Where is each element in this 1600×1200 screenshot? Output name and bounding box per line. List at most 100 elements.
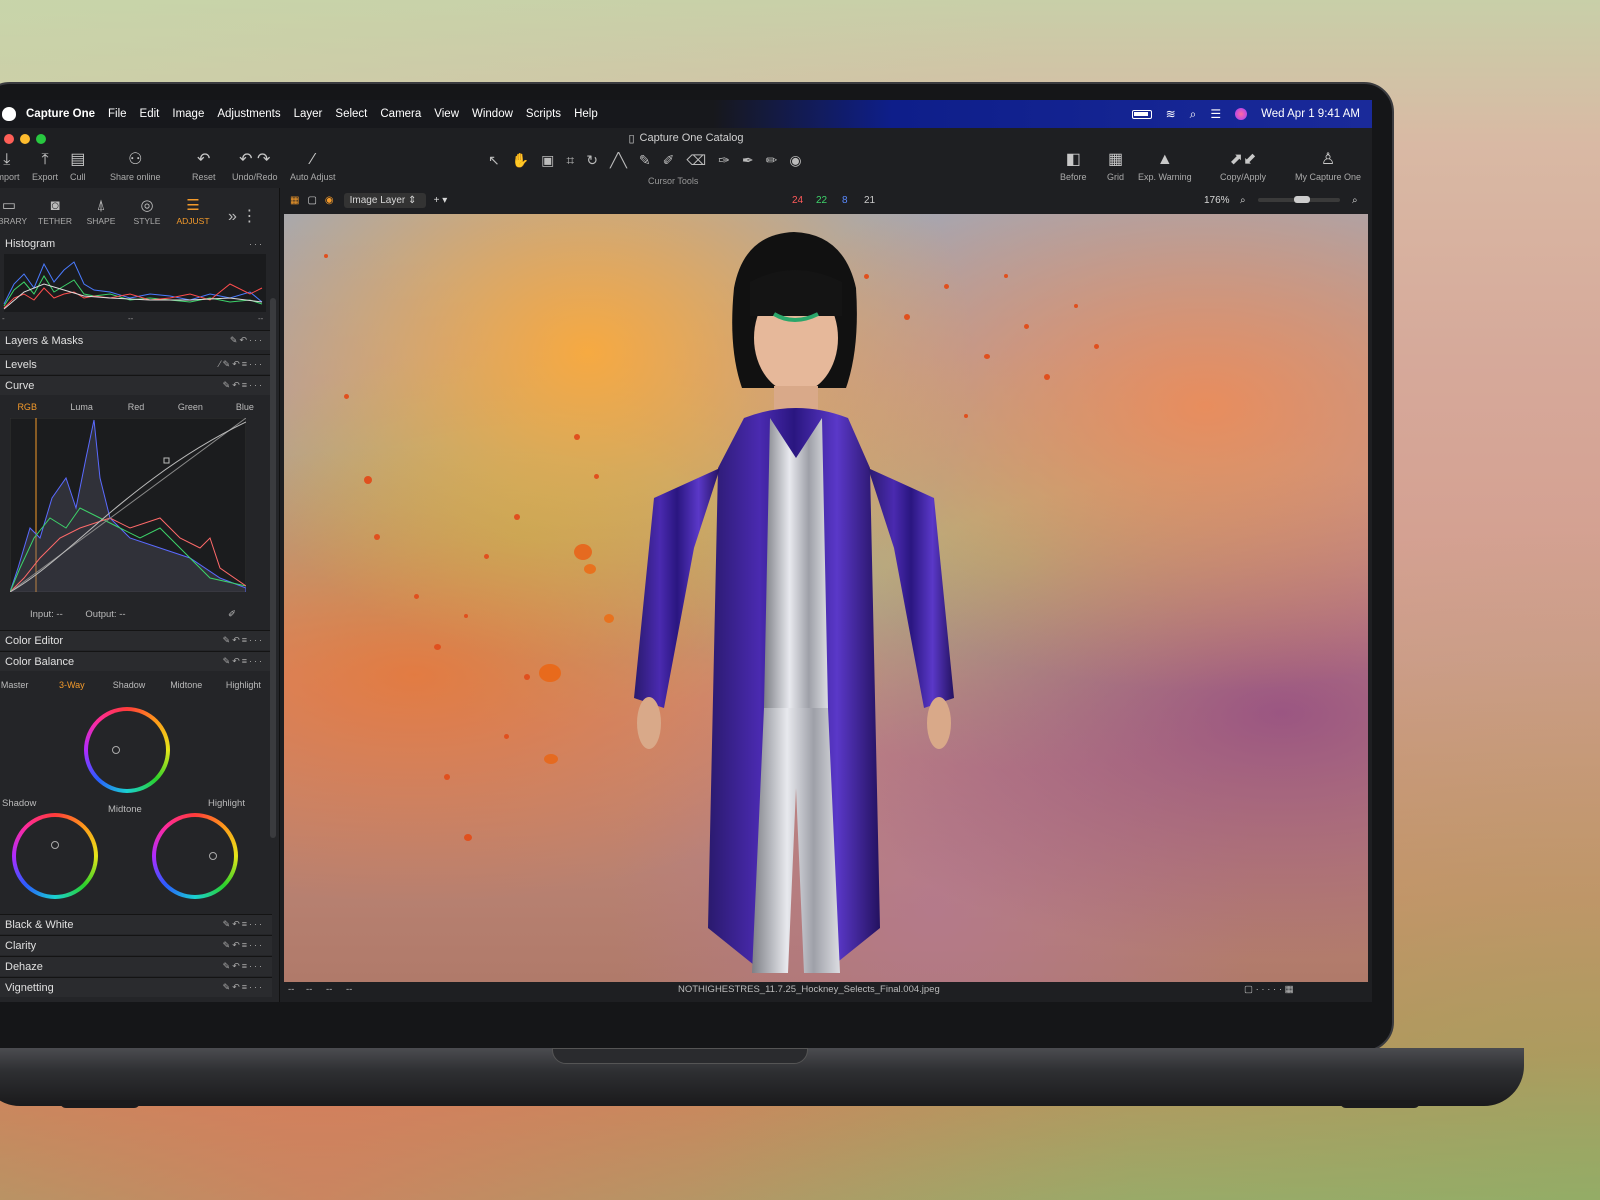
dehaze-header[interactable]: Dehaze ✎↶≡··· — [0, 956, 272, 976]
layer-select[interactable]: Image Layer ⇕ — [343, 192, 426, 208]
curve-header[interactable]: Curve ✎↶≡··· — [0, 375, 272, 395]
wifi-icon[interactable]: ≋ — [1166, 107, 1176, 121]
loupe-icon[interactable]: ▣ — [541, 152, 554, 169]
section-actions-icon[interactable]: ⁄✎↶≡··· — [219, 359, 264, 370]
histogram-header[interactable]: Histogram ··· — [0, 234, 272, 254]
curve-tab-blue[interactable]: Blue — [218, 402, 272, 412]
curve-tab-green[interactable]: Green — [163, 402, 217, 412]
menu-scripts[interactable]: Scripts — [526, 108, 561, 120]
midtone-wheel-handle[interactable] — [112, 746, 120, 754]
menu-adjustments[interactable]: Adjustments — [217, 108, 280, 120]
reset-button[interactable]: ↶ Reset — [192, 148, 216, 182]
rotate-icon[interactable]: ↻ — [586, 152, 598, 169]
menu-view[interactable]: View — [434, 108, 459, 120]
menu-image[interactable]: Image — [172, 108, 204, 120]
eyedropper-icon[interactable]: ✐ — [228, 609, 236, 620]
more-icon[interactable]: ··· — [249, 239, 264, 249]
grid-button[interactable]: ▦ Grid — [1107, 148, 1124, 182]
exp-warning-button[interactable]: ▲ Exp. Warning — [1138, 148, 1192, 182]
shadow-wheel[interactable] — [12, 813, 98, 899]
tools-scrollbar[interactable] — [270, 298, 276, 838]
eye-icon[interactable]: ◉ — [325, 195, 334, 206]
tab-library[interactable]: ▭LIBRARY — [0, 196, 32, 226]
tab-tether[interactable]: ◙ TETHER — [32, 197, 78, 226]
select-cursor-icon[interactable]: ↖ — [488, 152, 500, 169]
section-actions-icon[interactable]: ✎↶≡··· — [223, 919, 264, 930]
copy-apply-button[interactable]: ⬈⬋ Copy/Apply — [1220, 148, 1266, 182]
eraser-icon[interactable]: ⌫ — [686, 152, 706, 169]
balance-tab-highlight[interactable]: Highlight — [215, 680, 272, 690]
shadow-wheel-handle[interactable] — [51, 841, 59, 849]
filmstrip-dots[interactable]: ▢ · · · · · ▦ — [1244, 984, 1294, 995]
add-layer-icon[interactable]: + ▾ — [434, 195, 448, 206]
cull-button[interactable]: ▤ Cull — [70, 148, 86, 182]
curve-editor[interactable] — [9, 417, 247, 597]
keystone-icon[interactable]: ╱╲ — [610, 152, 627, 169]
apple-icon[interactable] — [2, 107, 16, 121]
menu-datetime[interactable]: Wed Apr 1 9:41 AM — [1261, 108, 1360, 120]
curve-graph[interactable] — [9, 417, 247, 593]
vignetting-header[interactable]: Vignetting ✎↶≡··· — [0, 977, 272, 997]
menu-layer[interactable]: Layer — [294, 108, 323, 120]
menu-help[interactable]: Help — [574, 108, 598, 120]
section-actions-icon[interactable]: ✎↶≡··· — [223, 961, 264, 972]
before-button[interactable]: ◧ Before — [1060, 148, 1087, 182]
zoom-in-icon[interactable]: ⌕ — [1352, 195, 1358, 206]
levels-header[interactable]: Levels ⁄✎↶≡··· — [0, 354, 272, 374]
color-picker-icon[interactable]: ◉ — [789, 152, 801, 169]
highlight-wheel[interactable] — [152, 813, 238, 899]
battery-icon[interactable] — [1131, 109, 1152, 119]
siri-icon[interactable] — [1235, 108, 1248, 120]
search-icon[interactable]: ⌕ — [1190, 107, 1197, 122]
section-actions-icon[interactable]: ✎↶≡··· — [223, 982, 264, 993]
menu-edit[interactable]: Edit — [140, 108, 160, 120]
menu-camera[interactable]: Camera — [380, 108, 421, 120]
heal-icon[interactable]: ✑ — [718, 152, 730, 169]
balance-tab-shadow[interactable]: Shadow — [100, 680, 157, 690]
section-actions-icon[interactable]: ✎↶≡··· — [223, 380, 264, 391]
clone-icon[interactable]: ✒ — [742, 152, 754, 169]
section-actions-icon[interactable]: ✎↶≡··· — [223, 635, 264, 646]
color-editor-header[interactable]: Color Editor ✎↶≡··· — [0, 630, 272, 650]
balance-tab-midtone[interactable]: Midtone — [158, 680, 215, 690]
section-actions-icon[interactable]: ✎↶··· — [230, 335, 264, 346]
tab-shape[interactable]: ⍋ SHAPE — [78, 197, 124, 226]
more-tabs-icon[interactable]: » ⋮ — [228, 206, 257, 226]
curve-tab-luma[interactable]: Luma — [54, 402, 108, 412]
export-button[interactable]: ⤒ Export — [32, 148, 58, 182]
annotate-icon[interactable]: ✏ — [766, 152, 778, 169]
grid-view-icon[interactable]: ▦ — [290, 195, 299, 206]
highlight-wheel-handle[interactable] — [209, 852, 217, 860]
tab-style[interactable]: ◎ STYLE — [124, 196, 170, 226]
import-button[interactable]: ⤓Import — [0, 148, 20, 182]
crop-icon[interactable]: ⌗ — [566, 152, 574, 169]
menu-app[interactable]: Capture One — [26, 108, 95, 120]
image-viewer[interactable] — [284, 214, 1368, 982]
my-capture-one-button[interactable]: ♙ My Capture One — [1295, 148, 1361, 182]
menu-select[interactable]: Select — [335, 108, 367, 120]
pick-color-icon[interactable]: ✎ — [639, 152, 651, 169]
tab-adjust[interactable]: ☰ ADJUST — [170, 196, 216, 226]
control-center-icon[interactable]: ☰ — [1210, 107, 1221, 121]
section-actions-icon[interactable]: ✎↶≡··· — [223, 656, 264, 667]
midtone-wheel[interactable] — [84, 707, 170, 793]
menu-window[interactable]: Window — [472, 108, 513, 120]
section-actions-icon[interactable]: ✎↶≡··· — [223, 940, 264, 951]
brush-icon[interactable]: ✐ — [663, 152, 675, 169]
menu-file[interactable]: File — [108, 108, 127, 120]
balance-tab-master[interactable]: Master — [0, 680, 43, 690]
zoom-out-icon[interactable]: ⌕ — [1240, 195, 1246, 206]
color-balance-header[interactable]: Color Balance ✎↶≡··· — [0, 651, 272, 671]
single-view-icon[interactable]: ▢ — [307, 195, 316, 206]
clarity-header[interactable]: Clarity ✎↶≡··· — [0, 935, 272, 955]
zoom-slider-handle[interactable] — [1294, 196, 1310, 203]
share-online-button[interactable]: ⚇ Share online — [110, 148, 161, 182]
pan-hand-icon[interactable]: ✋ — [512, 152, 529, 169]
curve-tab-rgb[interactable]: RGB — [0, 402, 54, 412]
balance-tab-3way[interactable]: 3-Way — [43, 680, 100, 690]
black-white-header[interactable]: Black & White ✎↶≡··· — [0, 914, 272, 934]
curve-tab-red[interactable]: Red — [109, 402, 163, 412]
auto-adjust-button[interactable]: ⁄ Auto Adjust — [290, 148, 336, 182]
undo-redo-button[interactable]: ↶ ↷ Undo/Redo — [232, 148, 278, 182]
layers-masks-header[interactable]: Layers & Masks ✎↶··· — [0, 330, 272, 350]
